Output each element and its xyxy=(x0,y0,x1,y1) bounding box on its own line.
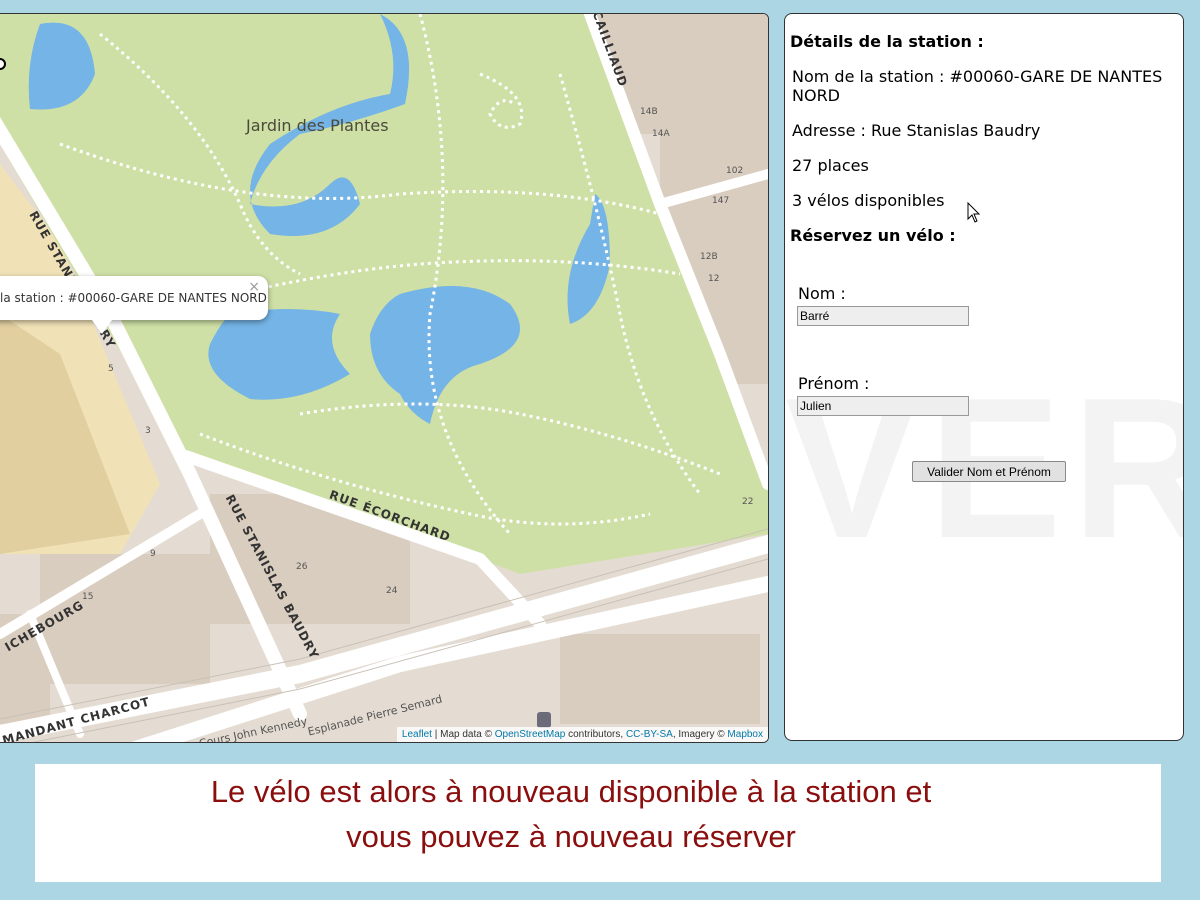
station-popup: la station : #00060-GARE DE NANTES NORD … xyxy=(0,276,268,334)
ccbysa-link[interactable]: CC-BY-SA xyxy=(626,729,673,740)
house-number: 147 xyxy=(712,196,730,206)
validate-name-button[interactable]: Valider Nom et Prénom xyxy=(912,461,1066,482)
reserve-title: Réservez un vélo : xyxy=(790,226,956,245)
house-number: 3 xyxy=(145,426,151,436)
popup-close-button[interactable]: × xyxy=(248,279,260,295)
prenom-input[interactable] xyxy=(797,396,969,416)
house-number: 24 xyxy=(386,586,398,596)
station-bikes-available: 3 vélos disponibles xyxy=(792,191,945,210)
nom-input[interactable] xyxy=(797,306,969,326)
station-address: Adresse : Rue Stanislas Baudry xyxy=(792,121,1041,140)
prenom-label: Prénom : xyxy=(798,374,870,393)
station-name: Nom de la station : #00060-GARE DE NANTE… xyxy=(792,67,1163,105)
map-attribution: Leaflet | Map data © OpenStreetMap contr… xyxy=(396,727,768,742)
house-number: 14A xyxy=(652,129,670,139)
house-number: 9 xyxy=(150,549,156,559)
caption-line-1: Le vélo est alors à nouveau disponible à… xyxy=(210,774,932,809)
leaflet-link[interactable]: Leaflet xyxy=(402,729,432,740)
mapbox-link[interactable]: Mapbox xyxy=(727,729,763,740)
osm-link[interactable]: OpenStreetMap xyxy=(495,729,566,740)
house-number: 26 xyxy=(296,562,308,572)
mouse-cursor-icon xyxy=(967,202,981,223)
station-places: 27 places xyxy=(792,156,869,175)
house-number: 12B xyxy=(700,252,718,262)
house-number: 5 xyxy=(108,364,114,374)
station-details-panel: VERSION Détails de la station : Nom de l… xyxy=(784,13,1184,741)
popup-tip xyxy=(92,320,112,334)
caption-box: Le vélo est alors à nouveau disponible à… xyxy=(35,764,1161,882)
house-number: 102 xyxy=(726,166,744,176)
house-number: 22 xyxy=(742,497,754,507)
nom-label: Nom : xyxy=(798,284,846,303)
house-number: 12 xyxy=(708,274,720,284)
attribution-text: | Map data © xyxy=(431,729,495,740)
house-number: 15 xyxy=(82,592,94,602)
details-title: Détails de la station : xyxy=(790,32,984,51)
park-label: Jardin des Plantes xyxy=(246,116,389,135)
attribution-text: contributors, xyxy=(565,729,626,740)
popup-text: la station : #00060-GARE DE NANTES NORD xyxy=(0,291,267,305)
attribution-text: , Imagery © xyxy=(672,729,728,740)
house-number: 14B xyxy=(640,107,658,117)
map-view[interactable]: Jardin des Plantes RUE STANIS RUE STANIS… xyxy=(0,13,769,743)
caption-line-2: vous pouvez à nouveau réserver xyxy=(346,819,796,854)
